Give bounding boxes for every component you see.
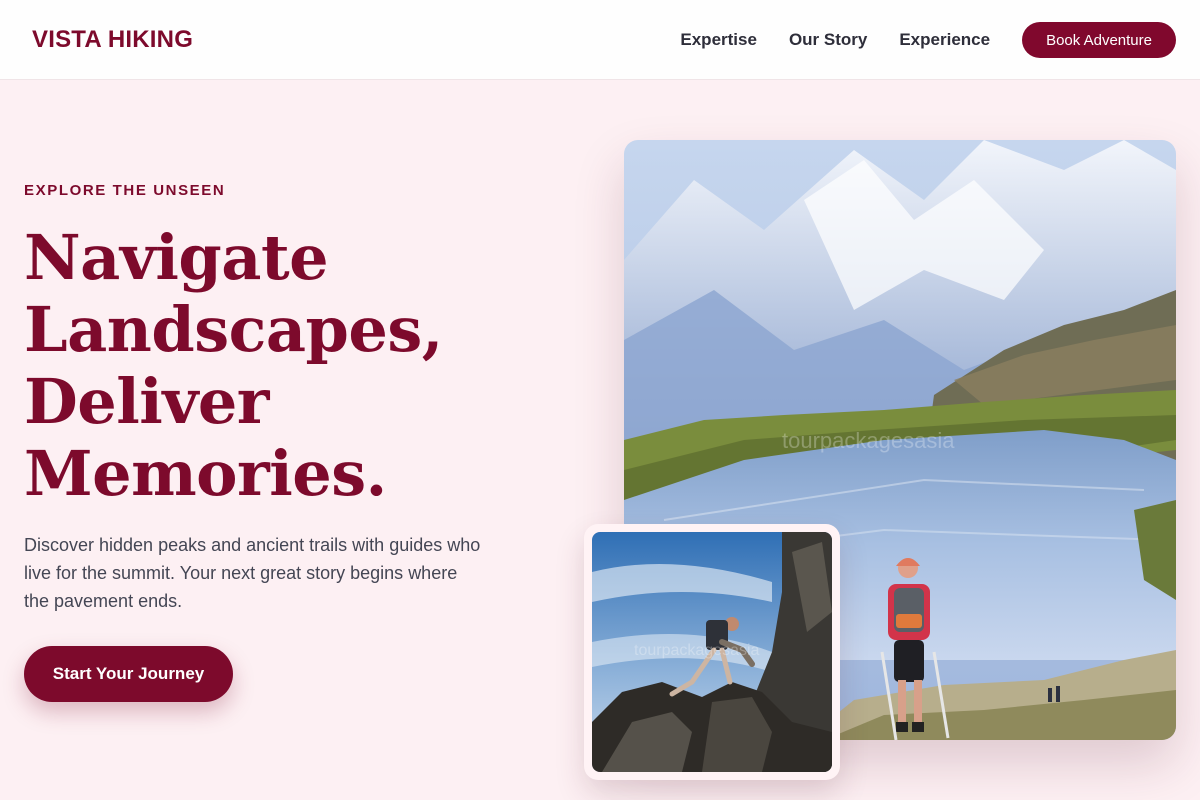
hero-inset-image: tourpackagesasia — [592, 532, 832, 772]
nav-link-expertise[interactable]: Expertise — [680, 30, 757, 50]
site-logo[interactable]: VISTA HIKING — [32, 26, 193, 54]
main-image-watermark: tourpackagesasia — [782, 428, 955, 453]
site-header: VISTA HIKING Expertise Our Story Experie… — [0, 0, 1200, 80]
hero-eyebrow: EXPLORE THE UNSEEN — [24, 182, 226, 199]
headline-line: Navigate — [24, 221, 329, 294]
main-nav: Expertise Our Story Experience Book Adve… — [680, 22, 1176, 58]
book-adventure-button[interactable]: Book Adventure — [1022, 22, 1176, 58]
start-journey-button[interactable]: Start Your Journey — [24, 646, 233, 702]
hero-inset-image-frame: tourpackagesasia — [584, 524, 840, 780]
nav-link-experience[interactable]: Experience — [899, 30, 990, 50]
inset-image-watermark: tourpackagesasia — [634, 642, 760, 659]
nav-link-our-story[interactable]: Our Story — [789, 30, 867, 50]
headline-line: Memories. — [24, 437, 387, 510]
hero-subtext: Discover hidden peaks and ancient trails… — [24, 535, 481, 611]
headline-line: Landscapes, — [24, 293, 443, 366]
headline-line: Deliver — [24, 365, 269, 438]
hero-headline: Navigate Landscapes, Deliver Memories. — [24, 222, 544, 510]
